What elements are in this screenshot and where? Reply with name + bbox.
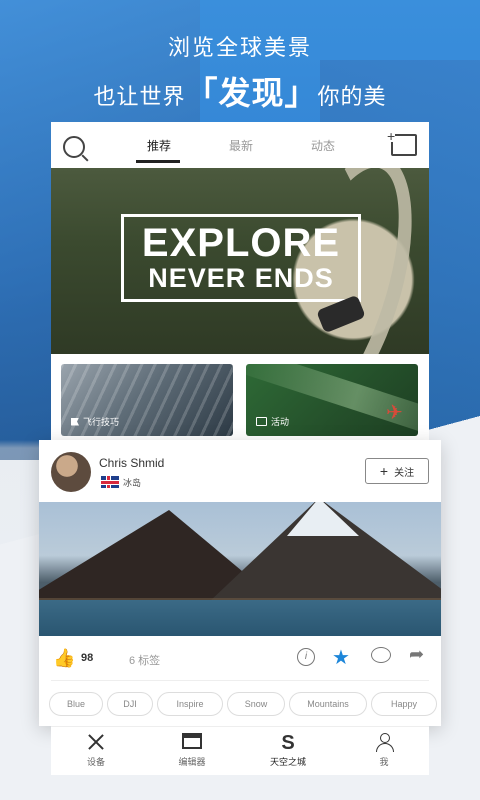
clapperboard-icon [182, 733, 202, 749]
share-icon[interactable]: ➦ [409, 644, 424, 665]
hero-line-1: 浏览全球美景 [167, 35, 312, 60]
banner-title-line-2: NEVER ENDS [148, 263, 334, 293]
hero-banner[interactable]: EXPLORE NEVER ENDS [51, 168, 429, 354]
nav-skypixel-label: 天空之城 [269, 757, 306, 767]
plus-icon: + [379, 463, 389, 479]
post-card: Chris Shmid 冰岛 + 关注 👍 98 6 标签 i ★ ➦ Blue… [39, 440, 441, 726]
bottom-nav: 设备 编辑器 S 天空之城 我 [51, 726, 429, 775]
banner-title-line-1: EXPLORE [141, 221, 341, 265]
hero-line-2-prefix: 也让世界 [93, 84, 186, 109]
nav-editor[interactable]: 编辑器 [157, 733, 227, 768]
lake-graphic [39, 600, 441, 636]
tag-chip[interactable]: Happy [371, 692, 437, 716]
search-icon[interactable] [63, 136, 85, 158]
post-photo[interactable] [39, 502, 441, 636]
active-tab-indicator [136, 160, 180, 163]
tag-chip[interactable]: Snow [227, 692, 285, 716]
tile-flight-tips[interactable]: 飞行技巧 [61, 364, 233, 436]
airplane-graphic: ✈ [386, 402, 403, 424]
tag-chip[interactable]: Inspire [157, 692, 223, 716]
comment-icon[interactable] [371, 647, 391, 663]
tag-chip[interactable]: Mountains [289, 692, 367, 716]
info-icon[interactable]: i [297, 648, 315, 666]
tag-list: Blue DJI Inspire Snow Mountains Happy [49, 692, 441, 716]
nav-profile[interactable]: 我 [349, 733, 419, 768]
hero-line-2-suffix: 你的美 [317, 84, 387, 109]
tags-count[interactable]: 6 标签 [129, 652, 160, 668]
tag-chip[interactable]: DJI [107, 692, 153, 716]
tile-flight-tips-label: 飞行技巧 [83, 417, 120, 427]
flag-icon [71, 417, 79, 426]
star-icon[interactable]: ★ [332, 645, 350, 670]
app-screen: 推荐 最新 动态 + EXPLORE NEVER ENDS 飞行技巧 ✈ 活动 [51, 122, 429, 440]
top-bar: 推荐 最新 动态 + [51, 122, 429, 169]
hero-line-2: 也让世界「发现」你的美 [0, 68, 480, 114]
nav-devices[interactable]: 设备 [61, 733, 131, 768]
tile-events[interactable]: ✈ 活动 [246, 364, 418, 436]
add-photo-icon[interactable]: + [387, 129, 417, 156]
tab-latest[interactable]: 最新 [229, 137, 253, 154]
hero-close-bracket: 」 [284, 75, 318, 111]
thumbs-up-icon[interactable]: 👍 [53, 648, 75, 669]
skypixel-logo-icon: S [281, 732, 295, 754]
like-count: 98 [81, 652, 94, 664]
post-actions: 👍 98 6 标签 i ★ ➦ [39, 636, 441, 680]
post-location[interactable]: 冰岛 [123, 476, 141, 489]
profile-icon [375, 733, 394, 752]
follow-button-label: 关注 [394, 467, 415, 479]
post-username[interactable]: Chris Shmid [99, 456, 164, 470]
follow-button[interactable]: + 关注 [365, 458, 429, 484]
drone-icon [87, 733, 105, 751]
tile-flight-tips-label-row: 飞行技巧 [71, 415, 119, 428]
tag-icon [256, 417, 267, 426]
banner-title-frame: EXPLORE NEVER ENDS [121, 214, 361, 302]
tab-recommended[interactable]: 推荐 [147, 137, 171, 154]
tag-chip[interactable]: Blue [49, 692, 103, 716]
hero-open-bracket: 「 [185, 75, 219, 111]
nav-editor-label: 编辑器 [178, 757, 206, 767]
avatar[interactable] [51, 452, 91, 492]
hero-highlight: 发现 [218, 75, 285, 111]
nav-devices-label: 设备 [86, 757, 105, 767]
tile-events-label: 活动 [271, 417, 290, 427]
tab-activity[interactable]: 动态 [311, 137, 335, 154]
divider [51, 680, 429, 681]
snow-peak-graphic [287, 502, 359, 536]
tile-events-label-row: 活动 [256, 415, 289, 428]
nav-profile-label: 我 [379, 757, 389, 767]
iceland-flag-icon [101, 476, 119, 488]
nav-skypixel[interactable]: S 天空之城 [253, 733, 323, 768]
